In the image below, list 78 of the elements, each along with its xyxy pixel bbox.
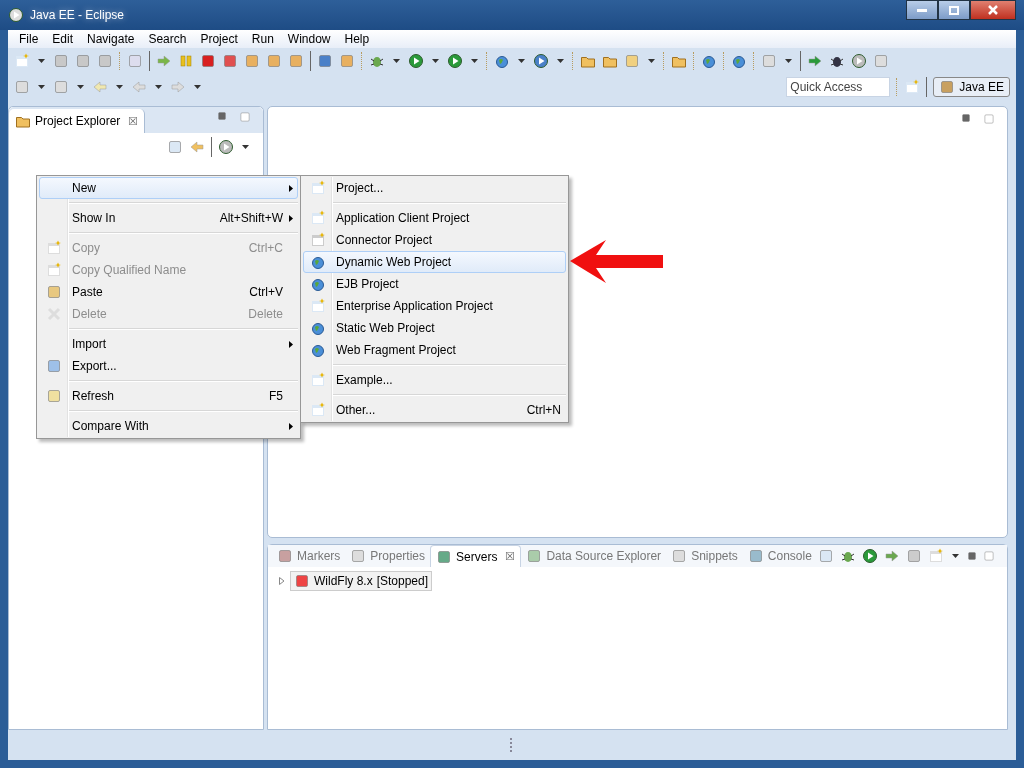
expand-arrow-icon[interactable]: [278, 577, 286, 585]
window-title: Java EE - Eclipse: [30, 8, 125, 22]
menu-item[interactable]: Project...: [303, 177, 566, 199]
menu-bar-item[interactable]: Search: [141, 32, 194, 46]
menu-item[interactable]: Show In Alt+Shift+W: [39, 207, 298, 229]
menu-bar-item[interactable]: Project: [193, 32, 245, 46]
minimize-icon: [917, 8, 927, 12]
dropdown-caret-icon[interactable]: [432, 59, 439, 63]
menu-item[interactable]: Connector Project: [303, 229, 566, 251]
menu-item[interactable]: Web Fragment Project: [303, 339, 566, 361]
menu-item[interactable]: Enterprise Application Project: [303, 295, 566, 317]
project-icon: [310, 372, 326, 388]
dropdown-caret-icon[interactable]: [242, 145, 249, 149]
menu-bar-item[interactable]: Help: [337, 32, 377, 46]
close-tab-button[interactable]: ☒: [128, 114, 139, 128]
menu-item[interactable]: Application Client Project: [303, 207, 566, 229]
server-tree-item[interactable]: WildFly 8.x [Stopped]: [290, 571, 433, 591]
dropdown-caret-icon[interactable]: [471, 59, 478, 63]
menu-item[interactable]: New: [39, 177, 298, 199]
project-icon: [310, 180, 326, 196]
run-icon[interactable]: [408, 53, 424, 69]
dropdown-caret-icon[interactable]: [557, 59, 564, 63]
eclipse-logo-icon: [8, 7, 24, 23]
view-tab[interactable]: Console: [742, 545, 817, 567]
dropdown-caret-icon[interactable]: [194, 85, 201, 89]
menu-item[interactable]: Dynamic Web Project: [303, 251, 566, 273]
view-tab[interactable]: Markers: [272, 545, 346, 567]
maximize-icon: [949, 5, 959, 15]
menu-item[interactable]: Other... Ctrl+N: [303, 399, 566, 421]
dropdown-caret-icon[interactable]: [518, 59, 525, 63]
run-server-icon[interactable]: [447, 53, 463, 69]
view-tab[interactable]: Snippets: [666, 545, 743, 567]
quick-access-field[interactable]: Quick Access: [786, 77, 891, 97]
web-project-icon: [310, 254, 326, 270]
menu-item[interactable]: Static Web Project: [303, 317, 566, 339]
menu-item[interactable]: Import: [39, 333, 298, 355]
globe-icon[interactable]: [701, 53, 717, 69]
link-editor-icon[interactable]: [189, 139, 205, 155]
view-tab[interactable]: Servers ☒: [430, 545, 522, 567]
menu-item[interactable]: Export...: [39, 355, 298, 377]
view-tab[interactable]: Data Source Explorer: [521, 545, 667, 567]
project-icon: [310, 402, 326, 418]
view-tab[interactable]: Properties: [345, 545, 431, 567]
dropdown-caret-icon[interactable]: [38, 85, 45, 89]
minimize-icon[interactable]: [967, 551, 977, 561]
maximize-button[interactable]: [938, 0, 970, 20]
dropdown-caret-icon[interactable]: [38, 59, 45, 63]
close-icon: [988, 5, 998, 15]
menu-item[interactable]: Refresh F5: [39, 385, 298, 407]
dropdown-caret-icon[interactable]: [952, 554, 959, 558]
minimize-button[interactable]: [906, 0, 938, 20]
dropdown-caret-icon[interactable]: [648, 59, 655, 63]
resume-icon[interactable]: [156, 53, 172, 69]
close-button[interactable]: [970, 0, 1016, 20]
minimize-icon[interactable]: [961, 113, 971, 123]
menu-bar-item[interactable]: File: [12, 32, 46, 46]
menu-bar-item[interactable]: Navigate: [80, 32, 142, 46]
view-tab[interactable]: Project Explorer ☒: [9, 109, 146, 133]
menu-item[interactable]: EJB Project: [303, 273, 566, 295]
menu-item[interactable]: Example...: [303, 369, 566, 391]
play-icon[interactable]: [807, 53, 823, 69]
start-server-icon[interactable]: [862, 548, 878, 564]
menu-bar-item[interactable]: Window: [280, 32, 338, 46]
suspend-icon[interactable]: [178, 53, 194, 69]
web-project-icon: [310, 320, 326, 336]
terminate-icon[interactable]: [200, 53, 216, 69]
dropdown-caret-icon[interactable]: [116, 85, 123, 89]
menu-bar-item[interactable]: Edit: [45, 32, 81, 46]
menu-item[interactable]: Compare With: [39, 415, 298, 437]
fragment-project-icon: [310, 342, 326, 358]
menu-bar-item[interactable]: Run: [244, 32, 281, 46]
dropdown-caret-icon[interactable]: [393, 59, 400, 63]
menu-item[interactable]: Paste Ctrl+V: [39, 281, 298, 303]
dropdown-caret-icon[interactable]: [155, 85, 162, 89]
minimize-icon[interactable]: [217, 111, 227, 121]
dropdown-caret-icon[interactable]: [77, 85, 84, 89]
perspective-button[interactable]: Java EE: [933, 77, 1010, 97]
dropdown-caret-icon[interactable]: [785, 59, 792, 63]
